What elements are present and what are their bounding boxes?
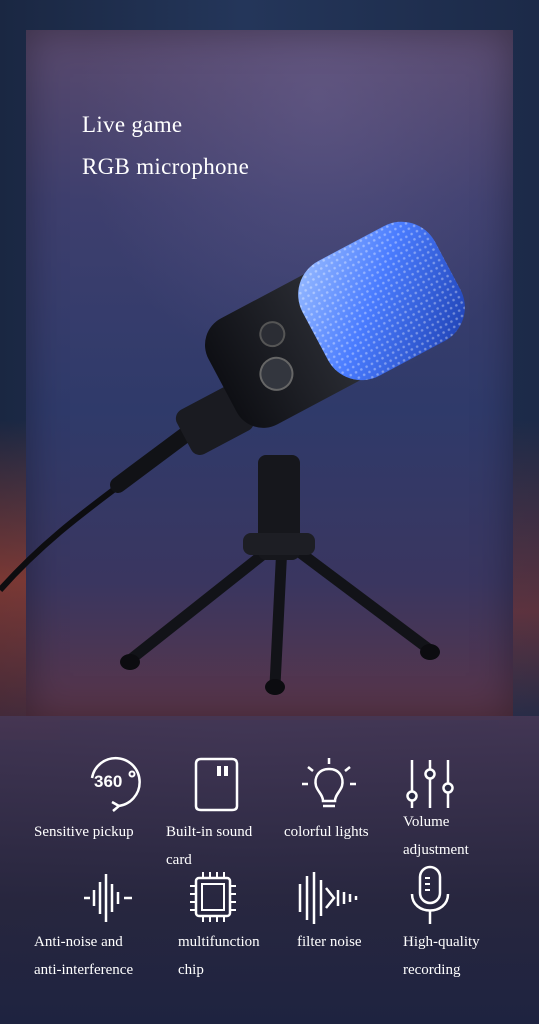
feature-label: colorful lights [284,824,369,840]
feature-anti-noise: Anti-noise and anti-interference [34,928,133,984]
feature-label-line-2: recording [403,962,461,978]
headline-line-2: RGB microphone [82,154,250,179]
feature-volume-adjustment: Volume adjustment [403,808,469,864]
feature-filter-noise: filter noise [297,928,362,956]
chip-icon [190,872,236,922]
feature-colorful-lights: colorful lights [284,818,369,846]
feature-label-line-2: anti-interference [34,962,134,978]
sliders-icon [406,760,454,808]
feature-label-line-2: adjustment [403,842,469,858]
sound-wave-icon [84,874,132,922]
feature-high-quality-recording: High-quality recording [403,928,480,984]
feature-label: Sensitive pickup [34,824,134,840]
feature-multifunction-chip: multifunction chip [178,928,260,984]
360-icon: 360 [90,756,141,812]
feature-label-line-2: card [166,852,192,868]
microphone-illustration [0,221,465,695]
filter-wave-icon [298,872,358,924]
memory-card-icon [194,757,239,812]
feature-label: High-quality [403,934,480,950]
feature-label: Anti-noise and [34,934,123,950]
feature-label: multifunction [178,934,260,950]
feature-sensitive-pickup: Sensitive pickup [34,818,134,846]
svg-text:360: 360 [94,772,122,791]
microphone-icon [410,865,450,924]
feature-built-in-sound-card: Built-in sound card [166,818,252,874]
feature-label: Built-in sound [166,824,253,840]
feature-label: filter noise [297,934,362,950]
light-bulb-icon [302,758,356,808]
feature-label: Volume [403,814,450,830]
headline-line-1: Live game [82,112,183,137]
feature-label-line-2: chip [178,962,204,978]
